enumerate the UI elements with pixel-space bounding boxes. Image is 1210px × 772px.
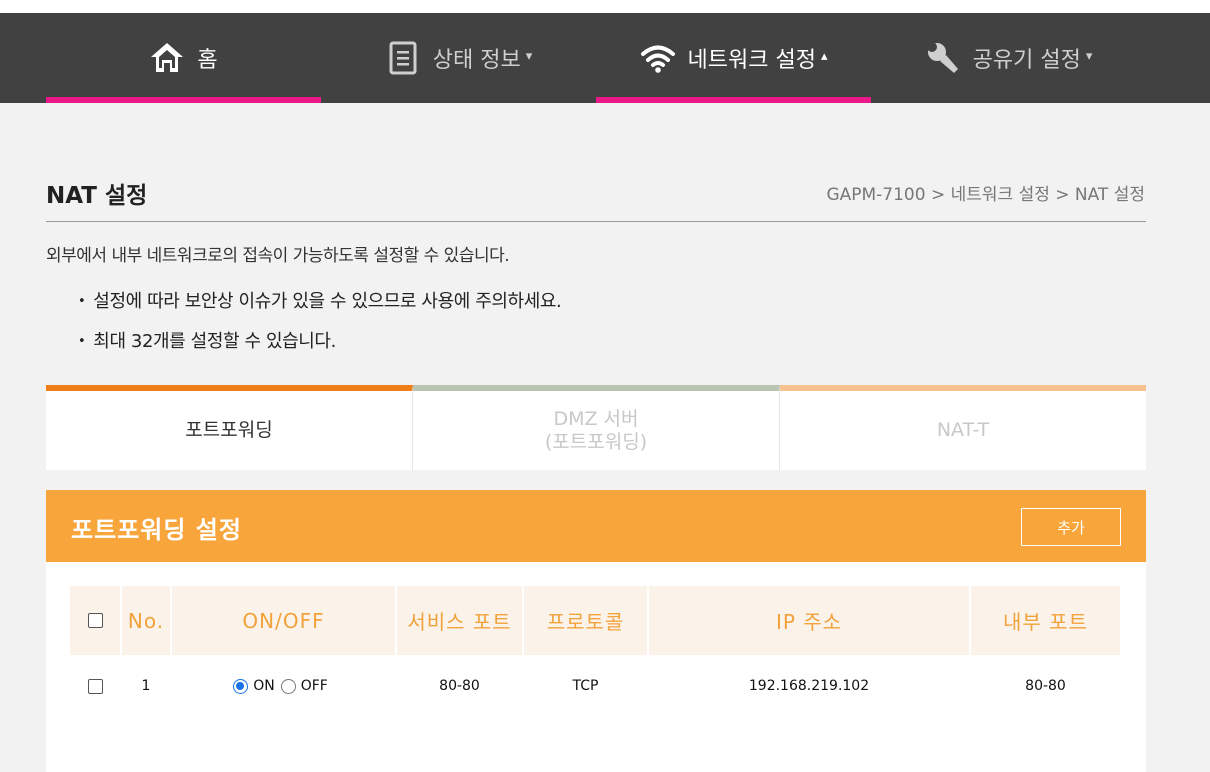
port-forwarding-table-panel: No. ON/OFF 서비스 포트 프로토콜 IP 주소 내부 포트 1 ON … (46, 562, 1146, 772)
tab-label: NAT-T (936, 419, 990, 441)
nav-network-settings-label: 네트워크 설정 (687, 48, 816, 73)
port-forwarding-panel-header: 포트포워딩 설정 추가 (46, 490, 1146, 562)
row-checkbox[interactable] (87, 678, 103, 694)
header-ip-address: IP 주소 (649, 586, 969, 655)
on-radio[interactable] (233, 678, 249, 694)
chevron-up-icon: ▴ (820, 48, 828, 64)
tab-nat-t[interactable]: NAT-T (780, 385, 1146, 470)
nav-status-info-label: 상태 정보 (432, 48, 521, 73)
off-radio[interactable] (280, 678, 296, 694)
notes-list: 설정에 따라 보안상 이슈가 있을 수 있으므로 사용에 주의하세요. 최대 3… (78, 290, 561, 370)
row-no: 1 (141, 678, 151, 694)
nav-home-active-bar (46, 97, 321, 103)
nav-status-info[interactable]: 상태 정보 ▾ (321, 13, 596, 103)
nav-home-label: 홈 (197, 48, 218, 73)
select-all-checkbox[interactable] (87, 613, 103, 628)
nav-network-active-bar (596, 97, 871, 103)
header-protocol: 프로토콜 (524, 586, 647, 655)
panel-title: 포트포워딩 설정 (71, 516, 242, 544)
row-service-port: 80-80 (439, 678, 480, 694)
port-forwarding-table: No. ON/OFF 서비스 포트 프로토콜 IP 주소 내부 포트 1 ON … (70, 586, 1122, 717)
top-strip (0, 0, 1210, 13)
tab-label: DMZ 서버 (553, 407, 639, 430)
title-divider (46, 221, 1146, 222)
note-item: 설정에 따라 보안상 이슈가 있을 수 있으므로 사용에 주의하세요. (78, 290, 561, 330)
header-internal-port: 내부 포트 (971, 586, 1120, 655)
wrench-icon (925, 40, 961, 76)
row-internal-port: 80-80 (1025, 678, 1066, 694)
chevron-down-icon: ▾ (525, 48, 533, 64)
breadcrumb: GAPM-7100 > 네트워크 설정 > NAT 설정 (826, 185, 1145, 205)
page-title: NAT 설정 (46, 183, 148, 209)
nav-router-settings[interactable]: 공유기 설정 ▾ (871, 13, 1146, 103)
table-header-row: No. ON/OFF 서비스 포트 프로토콜 IP 주소 내부 포트 (70, 586, 1122, 655)
header-service-port: 서비스 포트 (397, 586, 522, 655)
select-all-cell (70, 586, 120, 655)
tab-label: 포트포워딩 (185, 419, 273, 441)
nat-tabs: 포트포워딩 DMZ 서버 (포트포워딩) NAT-T (46, 385, 1146, 470)
nav-home[interactable]: 홈 (46, 13, 321, 103)
page-description: 외부에서 내부 네트워크로의 접속이 가능하도록 설정할 수 있습니다. (46, 246, 510, 266)
document-icon (385, 40, 421, 76)
nav-router-settings-label: 공유기 설정 (972, 48, 1081, 73)
main-nav: 홈 상태 정보 ▾ 네트워크 설정 ▴ 공유기 설정 ▾ (0, 13, 1210, 103)
nav-network-settings[interactable]: 네트워크 설정 ▴ (596, 13, 871, 103)
note-item: 최대 32개를 설정할 수 있습니다. (78, 330, 561, 370)
off-radio-label: OFF (300, 678, 328, 694)
table-row: 1 ON OFF 80-80 TCP 192.168.219.102 80-80 (70, 655, 1122, 717)
header-no: No. (122, 586, 170, 655)
header-on-off: ON/OFF (172, 586, 395, 655)
tab-dmz-server[interactable]: DMZ 서버 (포트포워딩) (413, 385, 780, 470)
tab-sublabel: (포트포워딩) (544, 430, 648, 453)
tab-port-forwarding[interactable]: 포트포워딩 (46, 385, 413, 470)
row-protocol: TCP (572, 678, 599, 694)
on-radio-label: ON (253, 678, 275, 694)
home-icon (149, 40, 185, 76)
add-button[interactable]: 추가 (1021, 508, 1121, 546)
wifi-icon (640, 40, 676, 76)
chevron-down-icon: ▾ (1085, 48, 1093, 64)
row-select-cell (70, 655, 120, 717)
row-ip-address: 192.168.219.102 (748, 678, 870, 694)
row-on-off: ON OFF (172, 655, 395, 717)
